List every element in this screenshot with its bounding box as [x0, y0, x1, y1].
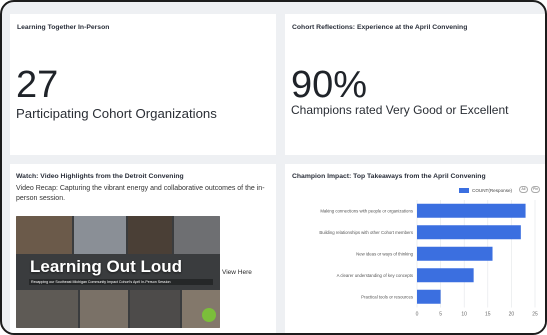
- x-tick-label: 0: [416, 312, 419, 318]
- x-tick-label: 5: [439, 312, 442, 318]
- rating-percent: 90%: [291, 64, 368, 106]
- x-tick-label: 20: [509, 312, 515, 318]
- filter-all-toggle[interactable]: All: [519, 186, 528, 193]
- chart-legend: COUNT(Response): [459, 188, 513, 194]
- x-tick-label: 25: [532, 312, 538, 318]
- bar[interactable]: [417, 289, 441, 304]
- impact-card-title: Champion Impact: Top Takeaways from the …: [292, 173, 486, 180]
- view-here-link[interactable]: View Here: [222, 269, 252, 276]
- category-label: Making connections with people or organi…: [320, 208, 413, 213]
- x-tick-label: 10: [461, 312, 467, 318]
- pin-toggle[interactable]: Pin: [531, 186, 540, 193]
- video-card: Watch: Video Highlights from the Detroit…: [10, 164, 276, 333]
- reflections-card-title: Cohort Reflections: Experience at the Ap…: [292, 24, 468, 31]
- bar[interactable]: [417, 203, 526, 218]
- legend-label: COUNT(Response): [472, 188, 513, 193]
- rating-caption: Champions rated Very Good or Excellent: [291, 103, 509, 117]
- category-label: A clearer understanding of key concepts: [337, 273, 413, 278]
- sparkle-icon: [202, 308, 216, 322]
- bar[interactable]: [417, 246, 493, 261]
- thumbnail-title: Learning Out Loud: [30, 257, 183, 276]
- cohort-count: 27: [16, 64, 59, 106]
- legend-swatch: [459, 188, 469, 194]
- learning-card-title: Learning Together In-Person: [17, 24, 110, 31]
- cohort-count-caption: Participating Cohort Organizations: [16, 106, 217, 121]
- category-label: Practical tools or resources: [361, 294, 413, 299]
- thumbnail-subtitle: Recapping our Southeast Michigan Communi…: [29, 279, 213, 285]
- learning-card: Learning Together In-Person 27 Participa…: [10, 14, 276, 155]
- video-thumbnail[interactable]: Learning Out Loud Recapping our Southeas…: [16, 216, 220, 328]
- dashboard-frame: Learning Together In-Person 27 Participa…: [0, 0, 547, 335]
- reflections-card: Cohort Reflections: Experience at the Ap…: [285, 14, 545, 155]
- impact-card: Champion Impact: Top Takeaways from the …: [285, 164, 545, 333]
- category-label: Building relationships with other Cohort…: [319, 230, 413, 235]
- bar[interactable]: [417, 268, 474, 283]
- video-card-title: Watch: Video Highlights from the Detroit…: [16, 173, 184, 180]
- bar[interactable]: [417, 225, 521, 240]
- x-tick-label: 15: [485, 312, 491, 318]
- video-description: Video Recap: Capturing the vibrant energ…: [16, 185, 265, 202]
- category-label: New ideas or ways of thinking: [356, 251, 413, 256]
- takeaways-bar-chart: 0 5 10 15 20 25 Making connections with people…: [319, 200, 538, 318]
